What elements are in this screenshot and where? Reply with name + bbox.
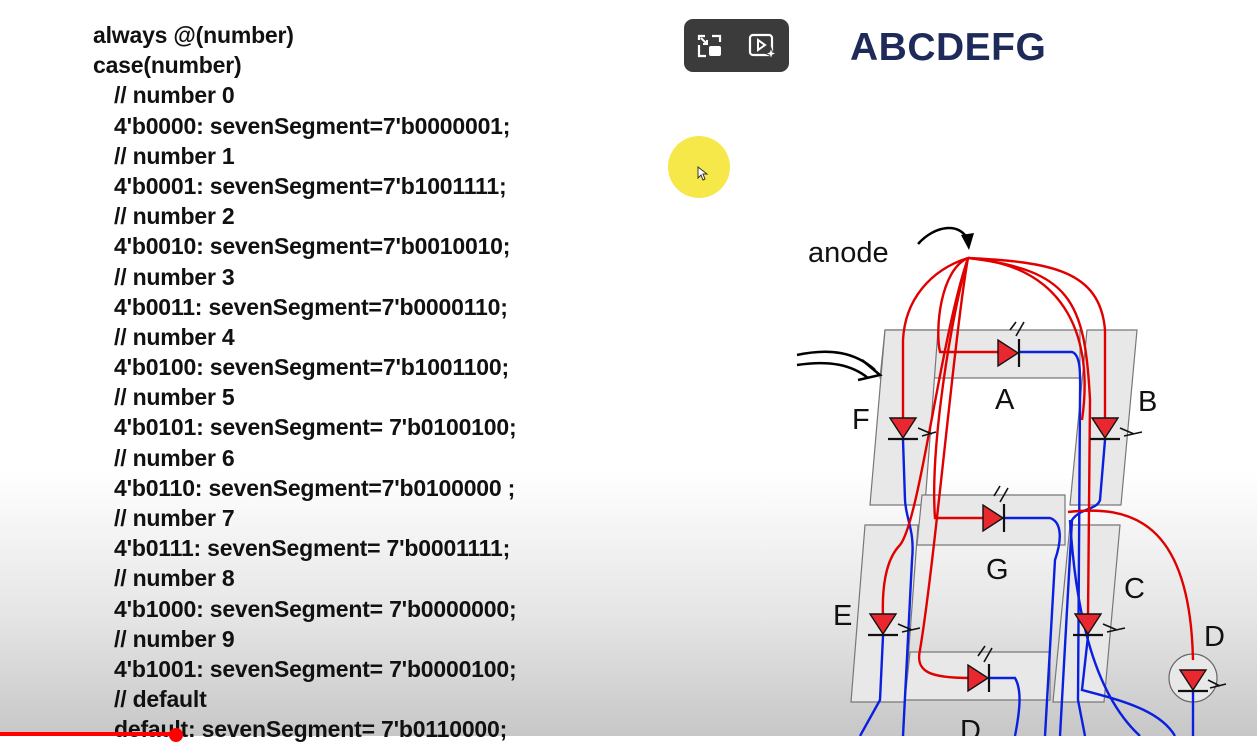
label-d: D (960, 715, 981, 736)
label-dp: D (1204, 621, 1225, 653)
anode-arrow (917, 226, 970, 245)
code-line: // number 7 (114, 505, 235, 531)
anode-label: anode (808, 237, 889, 269)
code-line: 4'b0110: sevenSegment=7'b0100000 ; (114, 474, 516, 501)
code-line: // number 2 (114, 203, 235, 230)
code-line: 4'b0010: sevenSegment=7'b0010010; (114, 233, 511, 260)
video-progress-bar[interactable] (0, 732, 180, 736)
miniplayer-button[interactable] (693, 29, 727, 63)
mouse-pointer-icon (697, 166, 709, 181)
label-a: A (995, 384, 1015, 416)
video-progress-handle[interactable] (169, 728, 183, 742)
autoplay-button[interactable] (746, 29, 780, 63)
code-line: always @(number) (93, 22, 294, 48)
code-line: 4'b0100: sevenSegment=7'b1001100; (114, 354, 509, 381)
code-line: 4'b1000: sevenSegment= 7'b0000000; (114, 595, 517, 622)
label-c: C (1124, 573, 1145, 605)
segment-heading: ABCDEFG (850, 26, 1047, 69)
code-line: 4'b0101: sevenSegment= 7'b0100100; (114, 414, 517, 441)
code-line: 4'b0011: sevenSegment=7'b0000110; (114, 293, 508, 320)
code-line: 4'b0001: sevenSegment=7'b1001111; (114, 172, 507, 199)
code-line: // number 4 (114, 323, 235, 350)
code-line: // number 6 (114, 444, 235, 471)
code-line: 4'b1001: sevenSegment= 7'b0000100; (114, 655, 517, 682)
code-listing: always @(number) case(number) // number 0 4… (93, 20, 517, 745)
label-f: F (852, 404, 870, 436)
miniplayer-icon (698, 34, 722, 57)
label-b: B (1138, 386, 1157, 418)
label-g: G (986, 554, 1009, 586)
code-line: // number 0 (114, 82, 235, 109)
code-line: // number 3 (114, 263, 235, 290)
video-sparkle-icon (748, 33, 778, 60)
code-line: // number 1 (114, 142, 235, 169)
player-controls (684, 19, 789, 72)
label-e: E (833, 600, 852, 632)
code-line: 4'b0111: sevenSegment= 7'b0001111; (114, 535, 511, 562)
code-line: // number 8 (114, 565, 235, 592)
code-line: default: sevenSegment= 7'b0110000; (114, 716, 508, 743)
code-line: // default (114, 686, 207, 713)
code-line: // number 5 (114, 384, 235, 411)
seven-segment-diagram: anode A B F G C E D D (790, 226, 1227, 736)
code-line: // number 9 (114, 625, 235, 652)
code-line: 4'b0000: sevenSegment=7'b0000001; (114, 112, 511, 139)
code-line: case(number) (93, 52, 242, 79)
